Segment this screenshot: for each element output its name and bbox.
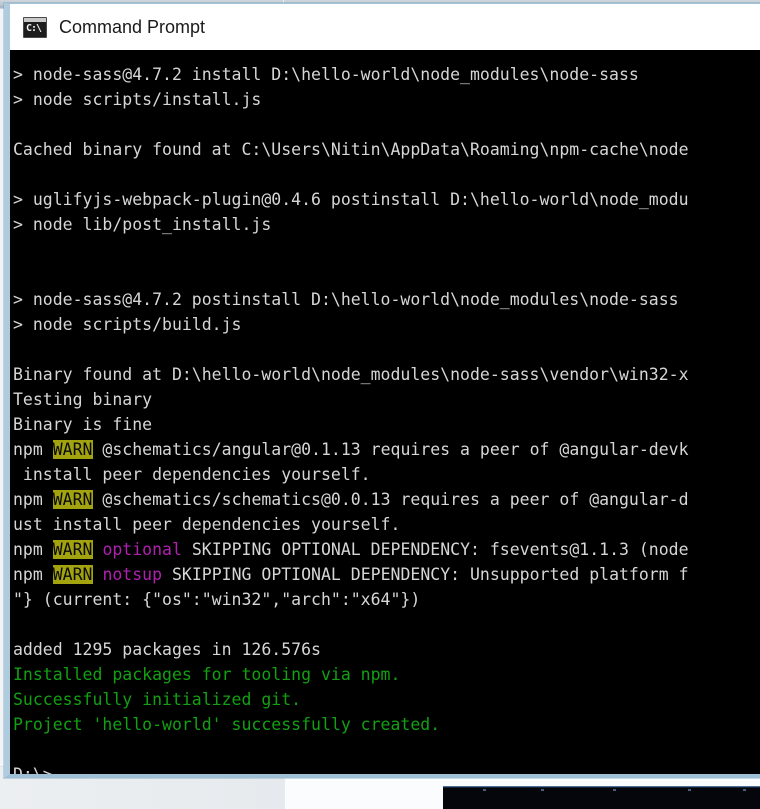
console-line: Binary found at D:\hello-world\node_modu… bbox=[13, 362, 760, 387]
console-text: SKIPPING OPTIONAL DEPENDENCY: fsevents@1… bbox=[181, 540, 689, 559]
console-text: "} (current: {"os":"win32","arch":"x64"}… bbox=[13, 590, 421, 609]
console-text: Binary is fine bbox=[13, 415, 153, 434]
console-text: Binary found at D:\hello-world\node_modu… bbox=[13, 365, 689, 384]
warn-category-label: notsup bbox=[102, 565, 163, 584]
console-line: > node-sass@4.7.2 postinstall D:\hello-w… bbox=[13, 287, 760, 312]
console-text: > node scripts/build.js bbox=[13, 315, 242, 334]
console-text: > node lib/post_install.js bbox=[13, 215, 272, 234]
warn-category-label: optional bbox=[102, 540, 182, 559]
console-text: > node-sass@4.7.2 postinstall D:\hello-w… bbox=[13, 290, 679, 309]
warn-badge: WARN bbox=[52, 565, 93, 584]
console-text: npm bbox=[13, 540, 53, 559]
console-text: > node scripts/install.js bbox=[13, 90, 262, 109]
command-prompt-icon: C:\ bbox=[23, 16, 47, 38]
console-line: npm WARN optional SKIPPING OPTIONAL DEPE… bbox=[13, 537, 760, 562]
console-line: > uglifyjs-webpack-plugin@0.4.6 postinst… bbox=[13, 187, 760, 212]
console-text: Testing binary bbox=[13, 390, 153, 409]
console-text: @schematics/angular@0.1.13 requires a pe… bbox=[92, 440, 689, 459]
console-line: > node scripts/install.js bbox=[13, 87, 760, 112]
console-line: "} (current: {"os":"win32","arch":"x64"}… bbox=[13, 587, 760, 612]
console-text: @schematics/schematics@0.0.13 requires a… bbox=[92, 490, 689, 509]
warn-badge: WARN bbox=[52, 540, 93, 559]
console-line: Project 'hello-world' successfully creat… bbox=[13, 712, 760, 737]
console-line: install peer dependencies yourself. bbox=[13, 462, 760, 487]
console-text: Installed packages for tooling via npm. bbox=[13, 665, 401, 684]
console-text: > uglifyjs-webpack-plugin@0.4.6 postinst… bbox=[13, 190, 689, 209]
console-text: added 1295 packages in 126.576s bbox=[13, 640, 321, 659]
window-title: Command Prompt bbox=[59, 16, 206, 37]
console-text: npm bbox=[13, 440, 53, 459]
console-text: > node-sass@4.7.2 install D:\hello-world… bbox=[13, 65, 639, 84]
console-text: npm bbox=[13, 490, 53, 509]
console-line: > node-sass@4.7.2 install D:\hello-world… bbox=[13, 62, 760, 87]
console-line: npm WARN @schematics/schematics@0.0.13 r… bbox=[13, 487, 760, 512]
command-prompt-window[interactable]: C:\ Command Prompt > node-sass@4.7.2 ins… bbox=[4, 3, 760, 778]
console-line: Binary is fine bbox=[13, 412, 760, 437]
console-line: ust install peer dependencies yourself. bbox=[13, 512, 760, 537]
desktop-screen: C:\ Command Prompt > node-sass@4.7.2 ins… bbox=[0, 0, 760, 809]
console-line: Installed packages for tooling via npm. bbox=[13, 662, 760, 687]
console-output-area[interactable]: > node-sass@4.7.2 install D:\hello-world… bbox=[10, 50, 760, 774]
console-line: D:\> bbox=[13, 762, 760, 774]
window-title-bar[interactable]: C:\ Command Prompt bbox=[10, 4, 760, 50]
console-text: Cached binary found at C:\Users\Nitin\Ap… bbox=[13, 140, 689, 159]
console-line: Testing binary bbox=[13, 387, 760, 412]
console-line: Successfully initialized git. bbox=[13, 687, 760, 712]
console-line: npm WARN @schematics/angular@0.1.13 requ… bbox=[13, 437, 760, 462]
console-text: ust install peer dependencies yourself. bbox=[13, 515, 401, 534]
warn-badge: WARN bbox=[52, 490, 93, 509]
warn-badge: WARN bbox=[52, 440, 93, 459]
console-text: Successfully initialized git. bbox=[13, 690, 302, 709]
console-text: D:\> bbox=[13, 765, 53, 774]
console-line: npm WARN notsup SKIPPING OPTIONAL DEPEND… bbox=[13, 562, 760, 587]
console-text: install peer dependencies yourself. bbox=[13, 465, 371, 484]
icon-prompt-glyph: C:\ bbox=[26, 22, 42, 34]
console-text: SKIPPING OPTIONAL DEPENDENCY: Unsupporte… bbox=[162, 565, 689, 584]
console-line: added 1295 packages in 126.576s bbox=[13, 637, 760, 662]
console-line: > node scripts/build.js bbox=[13, 312, 760, 337]
console-text: Project 'hello-world' successfully creat… bbox=[13, 715, 441, 734]
console-text: npm bbox=[13, 565, 53, 584]
console-line: Cached binary found at C:\Users\Nitin\Ap… bbox=[13, 137, 760, 162]
background-dark-window bbox=[443, 786, 760, 809]
console-line: > node lib/post_install.js bbox=[13, 212, 760, 237]
